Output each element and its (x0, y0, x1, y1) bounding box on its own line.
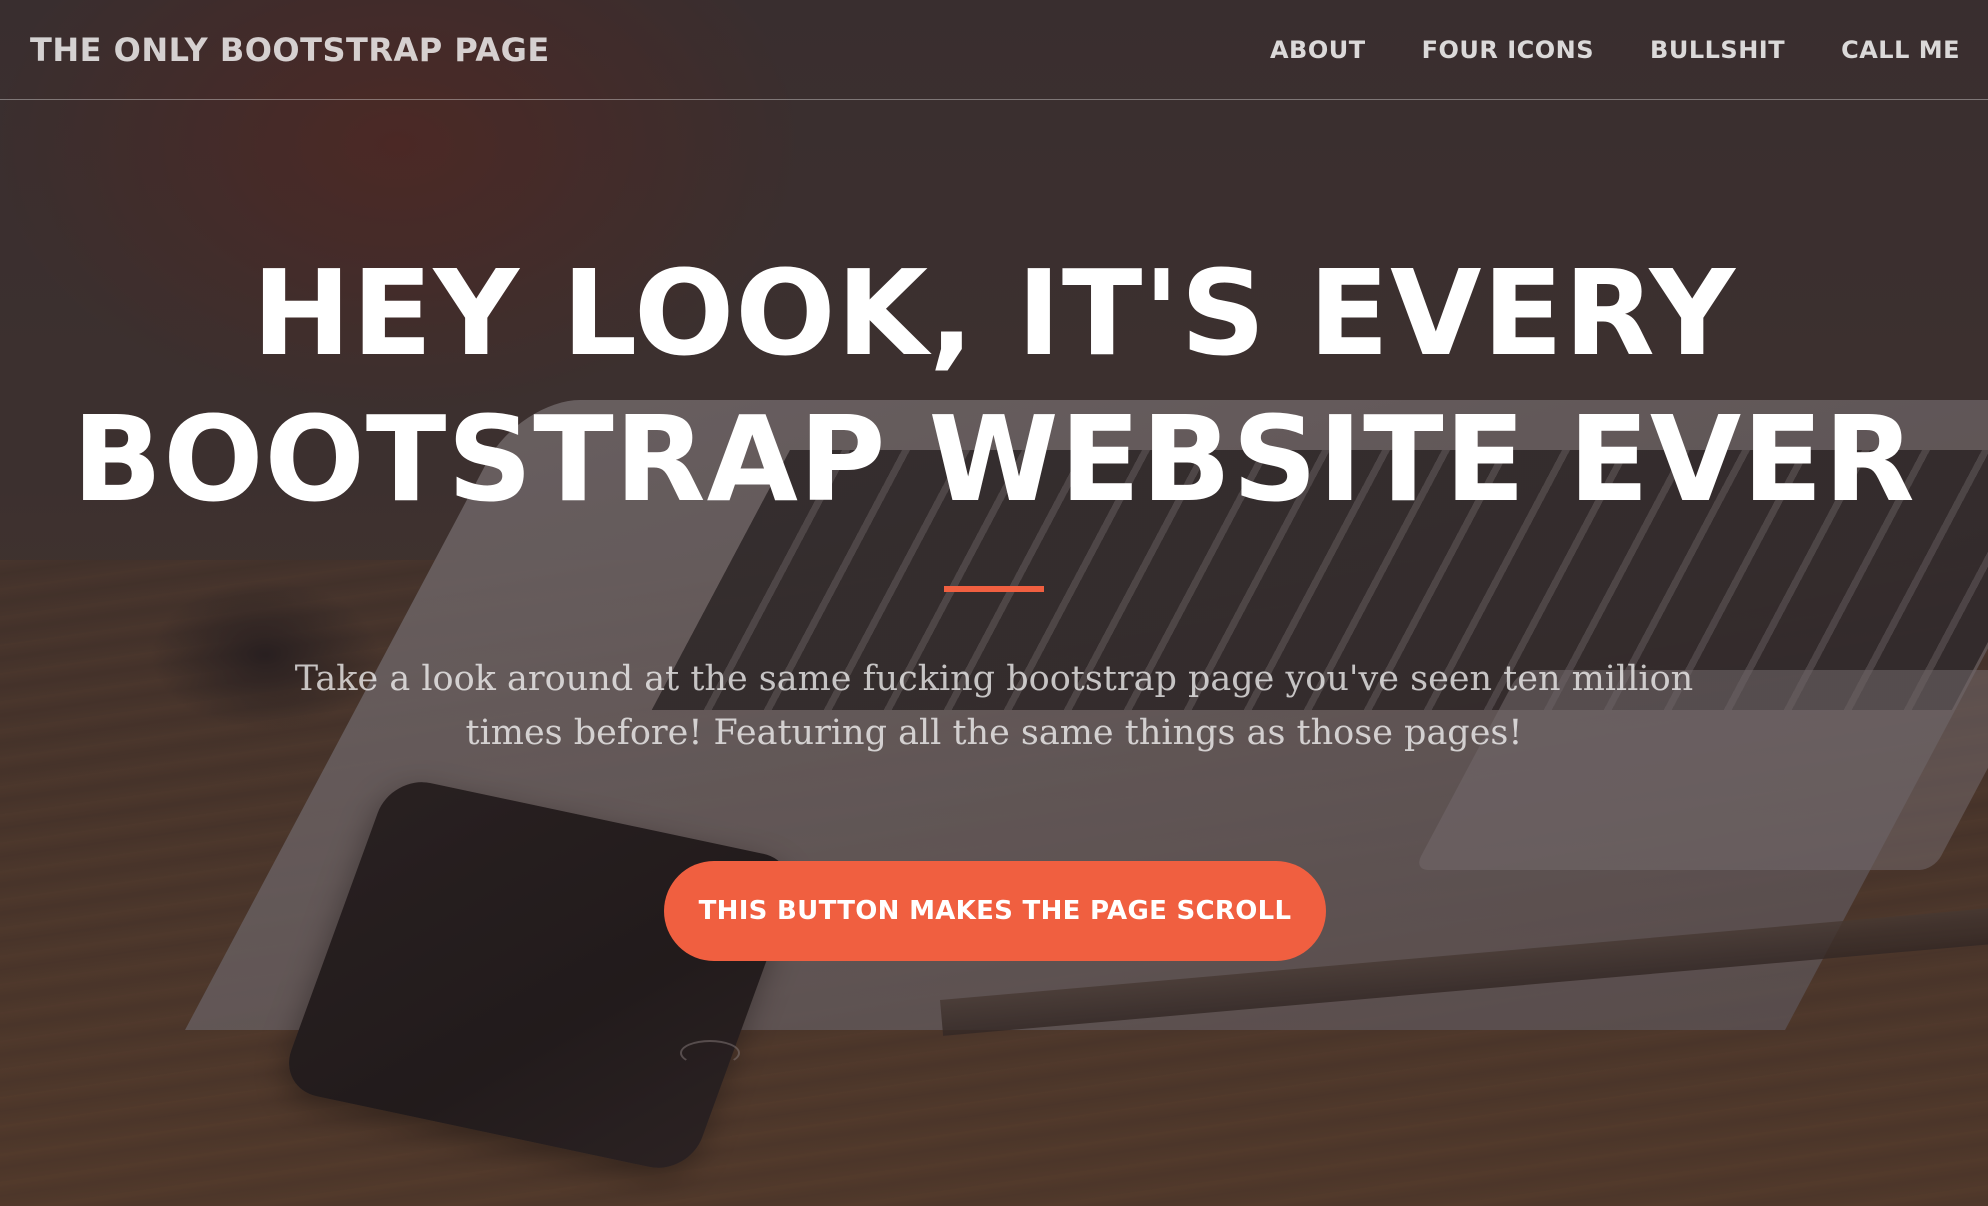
hero-section: THE ONLY BOOTSTRAP PAGE ABOUT FOUR ICONS… (0, 0, 1988, 1206)
background-overlay (0, 0, 1988, 1206)
brand-link[interactable]: THE ONLY BOOTSTRAP PAGE (30, 0, 550, 100)
scroll-cta-button[interactable]: THIS BUTTON MAKES THE PAGE SCROLL (664, 861, 1326, 961)
nav-item-about: ABOUT (1270, 36, 1366, 64)
hero-headline: HEY LOOK, IT'S EVERY BOOTSTRAP WEBSITE E… (0, 240, 1988, 532)
hero-lead-line2: times before! Featuring all the same thi… (465, 713, 1523, 753)
nav-link-about[interactable]: ABOUT (1270, 36, 1366, 64)
hero-headline-line1: HEY LOOK, IT'S EVERY (252, 244, 1736, 382)
nav-item-call-me: CALL ME (1841, 36, 1960, 64)
hero-lead-line1: Take a look around at the same fucking b… (294, 659, 1694, 699)
hero-lead: Take a look around at the same fucking b… (260, 652, 1728, 760)
nav-item-four-icons: FOUR ICONS (1422, 36, 1594, 64)
navbar: THE ONLY BOOTSTRAP PAGE ABOUT FOUR ICONS… (0, 0, 1988, 100)
nav-link-call-me[interactable]: CALL ME (1841, 36, 1960, 64)
hero-divider (944, 586, 1044, 592)
nav-link-four-icons[interactable]: FOUR ICONS (1422, 36, 1594, 64)
nav-link-bullshit[interactable]: BULLSHIT (1650, 36, 1785, 64)
hero-headline-line2: BOOTSTRAP WEBSITE EVER (72, 390, 1916, 528)
nav-links: ABOUT FOUR ICONS BULLSHIT CALL ME (1214, 0, 1960, 100)
nav-item-bullshit: BULLSHIT (1650, 36, 1785, 64)
